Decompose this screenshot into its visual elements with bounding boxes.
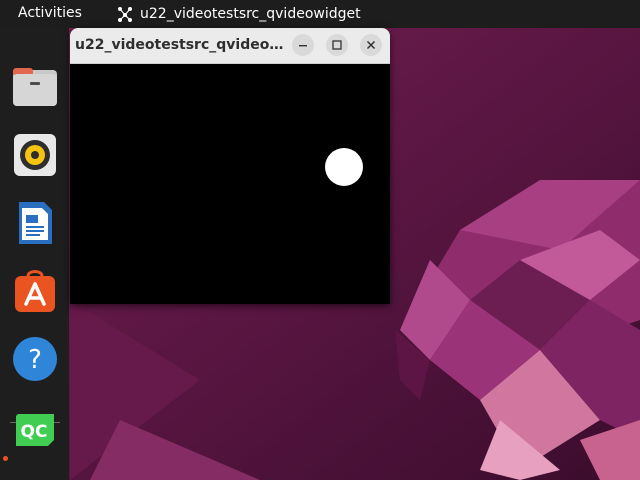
dock-item-files[interactable]: [12, 64, 58, 110]
maximize-icon: [332, 40, 342, 50]
speaker-icon: [14, 134, 56, 176]
dock-item-help[interactable]: ?: [12, 336, 58, 382]
dock-item-qt-creator[interactable]: QC: [12, 406, 58, 452]
activities-button[interactable]: Activities: [18, 5, 82, 21]
video-ball: [325, 148, 363, 186]
question-icon: ?: [13, 337, 57, 381]
window-titlebar[interactable]: u22_videotestsrc_qvideowidget: [70, 28, 390, 64]
dock-item-writer[interactable]: [12, 200, 58, 246]
running-indicator: [3, 456, 8, 461]
app-menu-label: u22_videotestsrc_qvideowidget: [140, 6, 361, 22]
window-title: u22_videotestsrc_qvideowidget: [75, 37, 291, 53]
minimize-button[interactable]: [292, 34, 314, 56]
qt-icon: QC: [16, 414, 54, 446]
dock-item-software[interactable]: [12, 268, 58, 314]
app-window[interactable]: u22_videotestsrc_qvideowidget: [70, 28, 390, 304]
maximize-button[interactable]: [326, 34, 348, 56]
document-icon: [19, 202, 52, 244]
minimize-icon: [299, 45, 307, 47]
qt-label: QC: [21, 422, 48, 442]
shopping-bag-icon: [15, 270, 55, 312]
video-widget[interactable]: [70, 64, 390, 304]
dock: ? QC: [0, 28, 69, 480]
close-icon: [366, 40, 376, 50]
app-menu[interactable]: u22_videotestsrc_qvideowidget: [116, 5, 361, 23]
help-glyph: ?: [28, 345, 42, 375]
dock-item-rhythmbox[interactable]: [12, 132, 58, 178]
top-bar: Activities u22_videotestsrc_qvideowidget: [0, 0, 640, 28]
folder-icon: [13, 68, 57, 106]
close-button[interactable]: [360, 34, 382, 56]
network-graph-icon: [118, 7, 132, 22]
